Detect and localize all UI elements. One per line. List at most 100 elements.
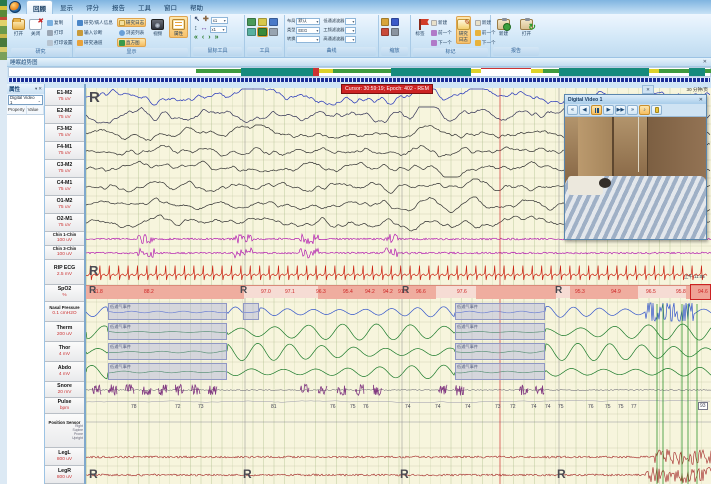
histogram-button[interactable]: 直方图 bbox=[117, 38, 146, 47]
zoom-in-icon[interactable] bbox=[381, 18, 389, 26]
channel-label-f4-m1[interactable]: F4-M175 uV bbox=[45, 142, 84, 160]
layout-select[interactable]: 默认▾ bbox=[296, 18, 320, 25]
input-diagnosis-button[interactable]: 输入诊断 bbox=[75, 28, 115, 37]
tab-5[interactable]: 工具 bbox=[132, 0, 157, 14]
scale-select-2[interactable]: x1▾ bbox=[210, 26, 227, 33]
audio-button[interactable]: ♪ bbox=[639, 105, 650, 115]
tab-6[interactable]: 窗口 bbox=[158, 0, 183, 14]
respiratory-event-box[interactable]: 低通气事件 bbox=[108, 363, 227, 380]
mark-prev-button[interactable]: 前一个 bbox=[429, 28, 454, 37]
channel-label-nasal-pressure[interactable]: Nasal Pressure0.1 cmH2O bbox=[45, 302, 84, 322]
channel-label-chin-3-chin[interactable]: Chin 3-Chin100 uV bbox=[45, 246, 84, 260]
measure-icon[interactable]: ↔ bbox=[200, 25, 209, 33]
close-icon[interactable]: ✕ bbox=[38, 86, 42, 91]
tab-3[interactable]: 评分 bbox=[80, 0, 105, 14]
tab-7[interactable]: 帮助 bbox=[184, 0, 209, 14]
panel-close-icon[interactable]: ✕ bbox=[642, 85, 654, 94]
pointer-icon[interactable]: ↖ bbox=[193, 16, 201, 24]
rewind-button[interactable]: « bbox=[567, 105, 578, 115]
zoom-x-icon[interactable] bbox=[391, 28, 399, 36]
study-log-button[interactable]: 研究日志 bbox=[117, 18, 146, 27]
respiratory-event-box[interactable]: 低通气事件 bbox=[455, 343, 545, 360]
channel-label-legr[interactable]: LegR800 uV bbox=[45, 466, 84, 484]
tool-icon-3[interactable] bbox=[269, 18, 278, 26]
print-button[interactable]: 打印 bbox=[45, 28, 74, 37]
type-select[interactable]: EEG▾ bbox=[296, 27, 320, 34]
channel-label-thor[interactable]: Thor4 mV bbox=[45, 342, 84, 362]
tab-1[interactable]: 回顾 bbox=[26, 0, 53, 14]
select-icon[interactable]: ↕ bbox=[193, 25, 199, 33]
play-button[interactable]: ▶ bbox=[603, 105, 614, 115]
tool-icon-1[interactable] bbox=[247, 18, 256, 26]
close-icon[interactable]: ✕ bbox=[703, 59, 707, 65]
tag-button[interactable]: 标签 bbox=[413, 16, 427, 38]
close-study-button[interactable]: 关闭 bbox=[28, 16, 43, 38]
tool-icon-6[interactable] bbox=[269, 28, 278, 36]
copy-button[interactable]: 复制 bbox=[45, 18, 74, 27]
respiratory-event-box[interactable]: 低通气事件 bbox=[108, 303, 227, 320]
video-button[interactable]: 视频 bbox=[148, 16, 167, 38]
prev-page-button[interactable]: ‹ bbox=[201, 34, 205, 42]
respiratory-event-box[interactable]: 低通气事件 bbox=[108, 343, 227, 360]
hypnogram-band[interactable] bbox=[8, 67, 711, 77]
mark-new-button[interactable]: 新建 bbox=[429, 18, 454, 27]
channel-label-e1-m2[interactable]: E1-M275 uV bbox=[45, 88, 84, 106]
tool-icon-4[interactable] bbox=[247, 28, 256, 36]
respiratory-event-box[interactable]: 低通气事件 bbox=[108, 323, 227, 340]
hand-icon[interactable]: ✚ bbox=[202, 16, 210, 24]
view-list-button[interactable]: 浏览列表 bbox=[117, 28, 146, 37]
channel-label-legl[interactable]: LegL800 uV bbox=[45, 448, 84, 466]
property-target-select[interactable]: Digital Video 1⌄ bbox=[8, 95, 43, 105]
skip-forward-button[interactable]: » bbox=[627, 105, 638, 115]
study-channel-button[interactable]: 研究通道 bbox=[75, 38, 115, 47]
scale-select-1[interactable]: x1▾ bbox=[211, 17, 228, 24]
highpass-select[interactable]: ▾ bbox=[345, 36, 356, 43]
tab-4[interactable]: 报告 bbox=[106, 0, 131, 14]
channel-label-position-sensor[interactable]: Position SensorRightSupineProneUpright bbox=[45, 414, 84, 448]
respiratory-event-box[interactable]: 低通气事件 bbox=[455, 303, 545, 320]
channel-label-o2-m1[interactable]: O2-M175 uV bbox=[45, 214, 84, 232]
next-page-button[interactable]: › bbox=[207, 34, 211, 42]
tab-2[interactable]: 显示 bbox=[54, 0, 79, 14]
tool-icon-5[interactable] bbox=[258, 28, 267, 36]
channel-label-c3-m2[interactable]: C3-M275 uV bbox=[45, 160, 84, 178]
zoom-out-icon[interactable] bbox=[381, 28, 389, 36]
close-icon[interactable]: ✕ bbox=[699, 97, 703, 103]
report-open-button[interactable]: 打开 bbox=[516, 16, 537, 38]
pin-icon[interactable]: ▾ bbox=[35, 86, 37, 91]
transform-select[interactable]: ▾ bbox=[296, 36, 320, 43]
channel-label-pulse[interactable]: Pulsebpm bbox=[45, 398, 84, 414]
respiratory-event-box[interactable] bbox=[243, 303, 259, 320]
channel-label-spo2[interactable]: SpO2% bbox=[45, 285, 84, 302]
step-back-button[interactable]: ◀ bbox=[579, 105, 590, 115]
notch-select[interactable]: ▾ bbox=[345, 27, 356, 34]
print-setup-button[interactable]: 打印设置 bbox=[45, 38, 74, 47]
app-menu-button[interactable] bbox=[9, 1, 21, 13]
pause-button[interactable] bbox=[591, 105, 602, 115]
report-new-button[interactable]: 新建 bbox=[493, 16, 514, 38]
channel-label-rip-ecg[interactable]: RIP ECG2.5 mV bbox=[45, 260, 84, 285]
settings-button[interactable] bbox=[651, 105, 662, 115]
waveform-chart[interactable]: 91.888.297.097.196.395.494.294.291.996.6… bbox=[86, 84, 711, 484]
channel-label-therm[interactable]: Therm200 uV bbox=[45, 322, 84, 342]
channel-label-f3-m2[interactable]: F3-M275 uV bbox=[45, 124, 84, 142]
channel-label-e2-m2[interactable]: E2-M275 uV bbox=[45, 106, 84, 124]
respiratory-event-box[interactable]: 低通气事件 bbox=[455, 323, 545, 340]
properties-button[interactable]: 属性 bbox=[169, 16, 188, 38]
lowpass-select[interactable]: ▾ bbox=[345, 18, 356, 25]
study-log-mark-button[interactable]: 研究日志 bbox=[456, 16, 471, 44]
channel-label-o1-m2[interactable]: O1-M275 uV bbox=[45, 196, 84, 214]
channel-label-c4-m1[interactable]: C4-M175 uV bbox=[45, 178, 84, 196]
zoom-z-icon[interactable] bbox=[391, 18, 399, 26]
fast-forward-button[interactable]: ▶▶ bbox=[615, 105, 626, 115]
channel-label-chin-1-chin[interactable]: Chin 1-Chin100 uV bbox=[45, 232, 84, 246]
tool-icon-2[interactable] bbox=[258, 18, 267, 26]
open-study-button[interactable]: 打开 bbox=[11, 16, 26, 38]
patient-info-button[interactable]: 研究/病人信息 bbox=[75, 18, 115, 27]
last-page-button[interactable]: » bbox=[214, 34, 220, 42]
video-window[interactable]: Digital Video 1 ✕ « ◀ ▶ ▶▶ » ♪ bbox=[564, 94, 707, 240]
mark-next-button[interactable]: 下一个 bbox=[429, 38, 454, 47]
first-page-button[interactable]: « bbox=[193, 34, 199, 42]
channel-label-snore[interactable]: Snore20 mV bbox=[45, 382, 84, 398]
respiratory-event-box[interactable]: 低通气事件 bbox=[455, 363, 545, 380]
